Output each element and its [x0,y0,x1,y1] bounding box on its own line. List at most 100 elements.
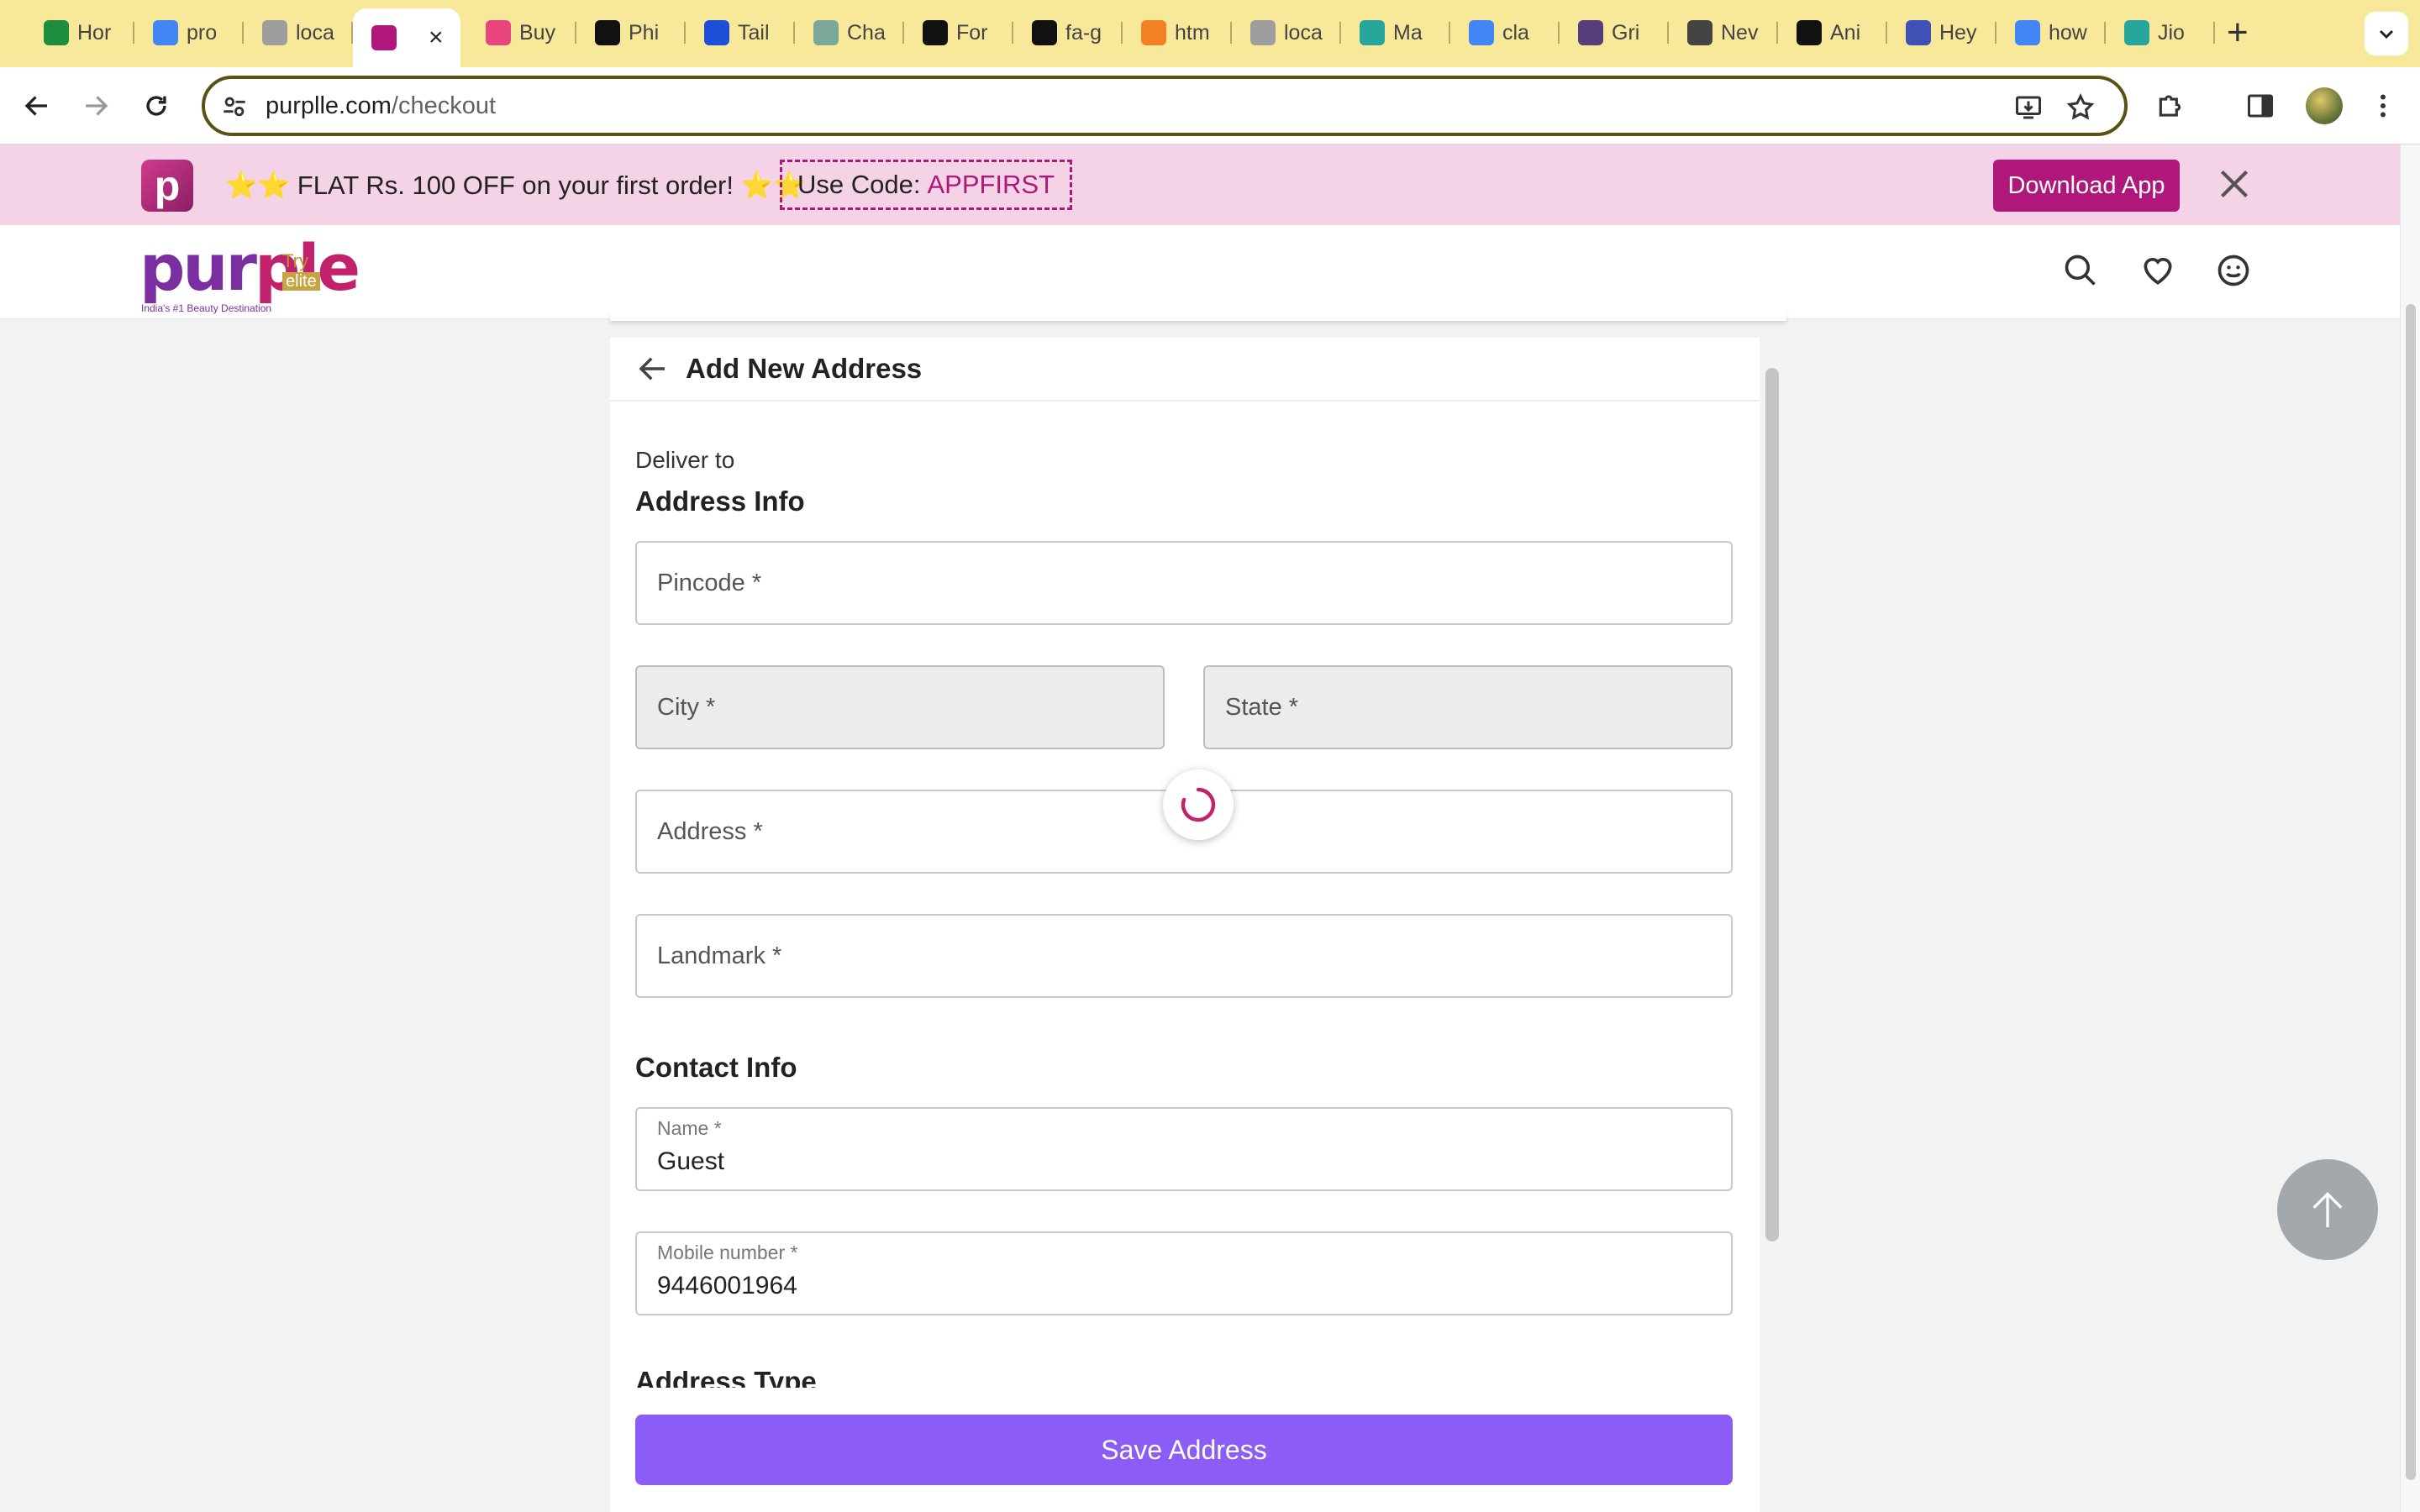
tab-title: loca [1284,20,1323,45]
tab-title: Cha [847,20,886,45]
browser-tab[interactable]: Gri [1560,8,1669,57]
city-field: City * [635,665,1165,749]
tab-title: pro [187,20,218,45]
arrow-right-icon [86,96,108,116]
browser-tab[interactable]: cla [1450,8,1560,57]
deliver-to-label: Deliver to [635,447,735,473]
tab-title: Buy [519,20,556,45]
reload-icon [146,96,166,116]
scroll-to-top-button[interactable] [2277,1159,2378,1260]
page-scrollbar[interactable] [2400,144,2420,1512]
tab-title: For [956,20,988,45]
bookmark-star-icon[interactable] [2065,92,2096,123]
panel-scrollbar[interactable] [1760,338,1785,1512]
browser-toolbar: purplle.com/checkout [0,67,2420,144]
browser-tab[interactable]: × [353,8,460,67]
close-icon [2220,170,2249,198]
pincode-field[interactable]: Pincode * [635,541,1733,625]
back-button[interactable] [17,86,57,126]
try-elite-badge[interactable]: Try elite [282,252,320,291]
install-app-icon[interactable] [2013,92,2044,123]
reload-button[interactable] [136,86,176,126]
browser-tab[interactable]: pro [134,8,244,57]
extensions-button[interactable] [2151,86,2191,126]
city-placeholder: City * [657,694,716,721]
close-banner-button[interactable] [2213,163,2255,205]
save-address-button[interactable]: Save Address [635,1415,1733,1485]
browser-tab[interactable]: Ani [1778,8,1887,57]
forward-button[interactable] [76,86,116,126]
browser-tab[interactable]: Hey [1887,8,1996,57]
page-scroll-thumb[interactable] [2406,304,2416,1480]
google-docs-icon [153,20,178,45]
flag-icon [1032,20,1057,45]
tailwind-icon [704,20,729,45]
tab-title: Phi [629,20,660,45]
browser-tab[interactable]: Hor [25,8,134,57]
download-app-button[interactable]: Download App [1993,160,2180,212]
kebab-menu-icon [2381,94,2386,118]
pincode-placeholder: Pincode * [657,570,762,596]
browser-tab[interactable]: Phi [576,8,686,57]
puzzle-icon [2159,95,2181,117]
name-field[interactable]: Name * Guest [635,1107,1733,1191]
tab-title: Tail [738,20,770,45]
promo-banner: p ⭐⭐ FLAT Rs. 100 OFF on your first orde… [0,144,2400,225]
side-panel-button[interactable] [2240,86,2281,126]
panel-scroll-thumb[interactable] [1765,368,1779,1242]
search-icon [2065,255,2096,286]
site-settings-icon [224,97,245,117]
promo-code-value: APPFIRST [927,170,1055,199]
brand-logo[interactable]: purple India's #1 Beauty Destination Try… [139,230,360,314]
landmark-field[interactable]: Landmark * [635,914,1733,998]
address-bar[interactable]: purplle.com/checkout [202,76,2128,136]
address-info-heading: Address Info [635,486,805,517]
browser-menu-button[interactable] [2363,86,2403,126]
browser-tab[interactable]: Cha [795,8,904,57]
browser-tab[interactable]: loca [244,8,353,57]
account-button[interactable] [2210,247,2257,294]
chevron-down-icon [2379,29,2394,39]
browser-tab[interactable]: Jio [2106,8,2215,57]
generic-site-icon [1250,20,1276,45]
browser-tab[interactable]: loca [1232,8,1341,57]
panel-header: Add New Address [610,338,1760,402]
search-button[interactable] [2057,247,2104,294]
bootstrap-icon [1578,20,1603,45]
browser-tab[interactable]: Buy [467,8,576,57]
browser-tab-bar: Hor pro loca × Buy Phi Tail Cha For fa-g htm loca Ma… [0,0,2420,67]
promo-code-box[interactable]: Use Code: APPFIRST [780,160,1073,210]
profile-avatar[interactable] [2306,87,2343,124]
tab-title: Hor [77,20,112,45]
close-tab-icon[interactable]: × [429,24,444,52]
browser-tab[interactable]: Ma [1341,8,1450,57]
address-type-heading: Address Type [635,1366,817,1388]
browser-tab[interactable]: fa-g [1013,8,1123,57]
browser-tab[interactable]: For [904,8,1013,57]
arrow-left-icon [24,96,47,116]
wishlist-button[interactable] [2134,247,2181,294]
browser-tab[interactable]: how [1996,8,2106,57]
state-placeholder: State * [1225,694,1299,721]
browser-tab[interactable]: Nev [1669,8,1778,57]
chatgpt-icon [813,20,839,45]
leaf-icon [2124,20,2149,45]
try-label: Try [282,250,308,271]
name-value: Guest [657,1147,725,1175]
arrow-up-icon [2312,1192,2343,1227]
generic-site-icon [1906,20,1931,45]
browser-tab[interactable]: Tail [686,8,795,57]
brand-wordmark: purple [139,230,360,305]
url-text: purplle.com/checkout [266,92,497,119]
tab-title: cla [1502,20,1529,45]
google-icon [1469,20,1494,45]
leaf-icon [1360,20,1385,45]
contact-info-heading: Contact Info [635,1052,797,1083]
browser-tab[interactable]: htm [1123,8,1232,57]
new-tab-button[interactable]: + [2227,12,2249,54]
tab-search-button[interactable] [2365,12,2408,55]
address-placeholder: Address * [657,818,763,845]
mobile-field[interactable]: Mobile number * 9446001964 [635,1231,1733,1315]
back-button[interactable] [635,351,671,386]
spinner-icon [1181,787,1216,822]
